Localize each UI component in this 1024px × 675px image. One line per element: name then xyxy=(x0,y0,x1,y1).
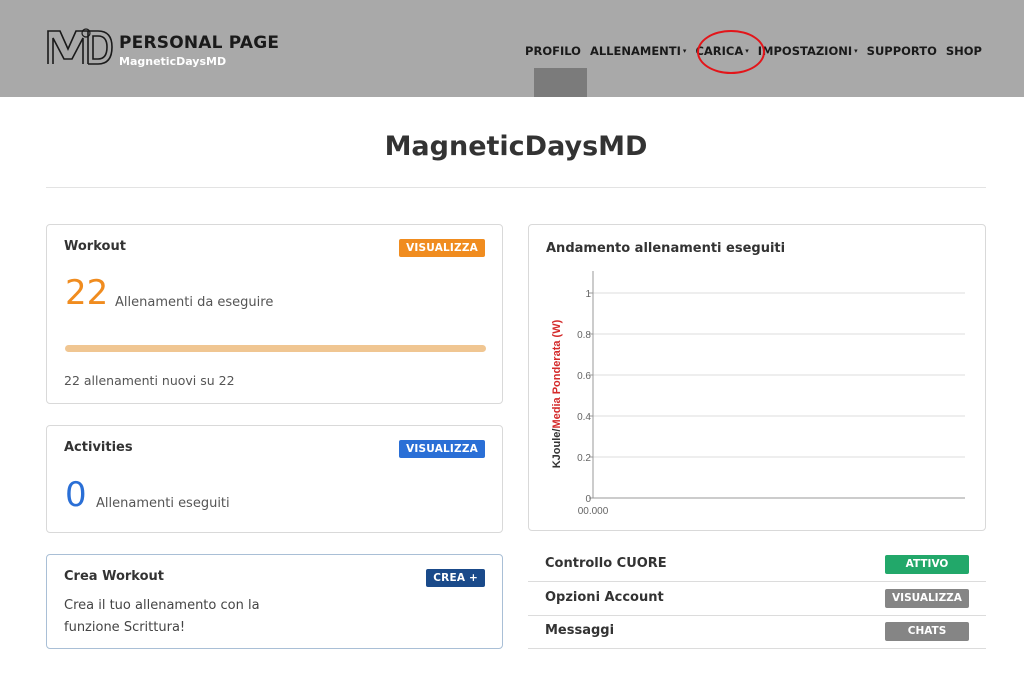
settings-row-label: Opzioni Account xyxy=(545,590,664,605)
nav-item-label: PROFILO xyxy=(525,44,581,58)
nav-item-label: SHOP xyxy=(945,44,982,58)
chart-y-tick-label: 0.2 xyxy=(577,453,591,464)
chart-y-tick-label: 0.6 xyxy=(577,371,591,382)
crea-workout-card: Crea Workout CREA + Crea il tuo allename… xyxy=(46,554,503,649)
nav-item-label: IMPOSTAZIONI xyxy=(757,44,853,58)
nav-item-allenamenti[interactable]: ALLENAMENTI ▾ xyxy=(590,44,687,58)
nav-item-supporto[interactable]: SUPPORTO xyxy=(867,44,937,58)
chart-y-tick-label: 0.4 xyxy=(577,412,591,423)
title-divider xyxy=(46,187,986,188)
brand-title: PERSONAL PAGE xyxy=(119,33,280,53)
settings-row: Controllo CUORE ATTIVO xyxy=(528,548,986,582)
nav-item-shop[interactable]: SHOP xyxy=(946,44,982,58)
workout-footer: 22 allenamenti nuovi su 22 xyxy=(64,373,235,388)
chevron-down-icon: ▾ xyxy=(854,47,858,55)
chart-y-tick-label: 1 xyxy=(585,289,591,300)
nav-item-profilo[interactable]: PROFILO xyxy=(525,44,581,58)
workout-card: Workout VISUALIZZA 22 Allenamenti da ese… xyxy=(46,224,503,404)
settings-row-button[interactable]: CHATS xyxy=(885,622,969,641)
workout-title: Workout xyxy=(64,239,126,254)
settings-row-label: Messaggi xyxy=(545,623,615,638)
y-label-media: Media Ponderata (W) xyxy=(551,319,563,428)
workout-progress-bar xyxy=(65,345,486,352)
nav-hover-indicator xyxy=(534,68,587,97)
activities-count-label: Allenamenti eseguiti xyxy=(96,496,230,511)
workout-view-button[interactable]: VISUALIZZA xyxy=(399,239,485,257)
carica-highlight-circle xyxy=(697,30,765,74)
crea-workout-title: Crea Workout xyxy=(64,569,164,584)
chart-y-tick-label: 0.8 xyxy=(577,330,591,341)
brand-subtitle: MagneticDaysMD xyxy=(119,55,227,68)
crea-workout-description: Crea il tuo allenamento con la funzione … xyxy=(64,598,260,635)
md-logo-icon[interactable] xyxy=(46,27,114,67)
settings-row-button[interactable]: ATTIVO xyxy=(885,555,969,574)
activities-card: Activities VISUALIZZA 0 Allenamenti eseg… xyxy=(46,425,503,533)
chart-y-axis-label: KJoule/Media Ponderata (W) xyxy=(551,319,563,468)
settings-row-button[interactable]: VISUALIZZA xyxy=(885,589,969,608)
settings-row: Messaggi CHATS xyxy=(528,615,986,649)
activities-view-button[interactable]: VISUALIZZA xyxy=(399,440,485,458)
nav-item-label: SUPPORTO xyxy=(866,44,937,58)
chart-card: Andamento allenamenti eseguiti KJoule/Me… xyxy=(528,224,986,531)
settings-row-label: Controllo CUORE xyxy=(545,556,667,571)
chevron-down-icon: ▾ xyxy=(682,47,687,55)
chart-plot: KJoule/Media Ponderata (W) 1 0.8 0.6 0.4 0.2… xyxy=(551,271,965,517)
chart-y-tick-label: 0 xyxy=(585,494,591,505)
nav-item-label: ALLENAMENTI xyxy=(589,44,681,58)
activities-title: Activities xyxy=(64,440,133,455)
crea-button[interactable]: CREA + xyxy=(426,569,485,587)
top-header: PERSONAL PAGE MagneticDaysMD PROFILO ALLE… xyxy=(0,0,1024,97)
workout-progress-fill xyxy=(65,345,486,352)
workout-count: 22 xyxy=(65,273,109,313)
settings-row: Opzioni Account VISUALIZZA xyxy=(528,582,986,616)
nav-item-impostazioni[interactable]: IMPOSTAZIONI ▾ xyxy=(758,44,858,58)
chart-x-tick-label: 00.000 xyxy=(578,506,609,517)
page-title: MagneticDaysMD xyxy=(384,131,648,162)
workout-count-label: Allenamenti da eseguire xyxy=(115,295,274,310)
activities-count: 0 xyxy=(65,475,87,515)
y-label-kjoule: KJoule/ xyxy=(551,429,563,469)
